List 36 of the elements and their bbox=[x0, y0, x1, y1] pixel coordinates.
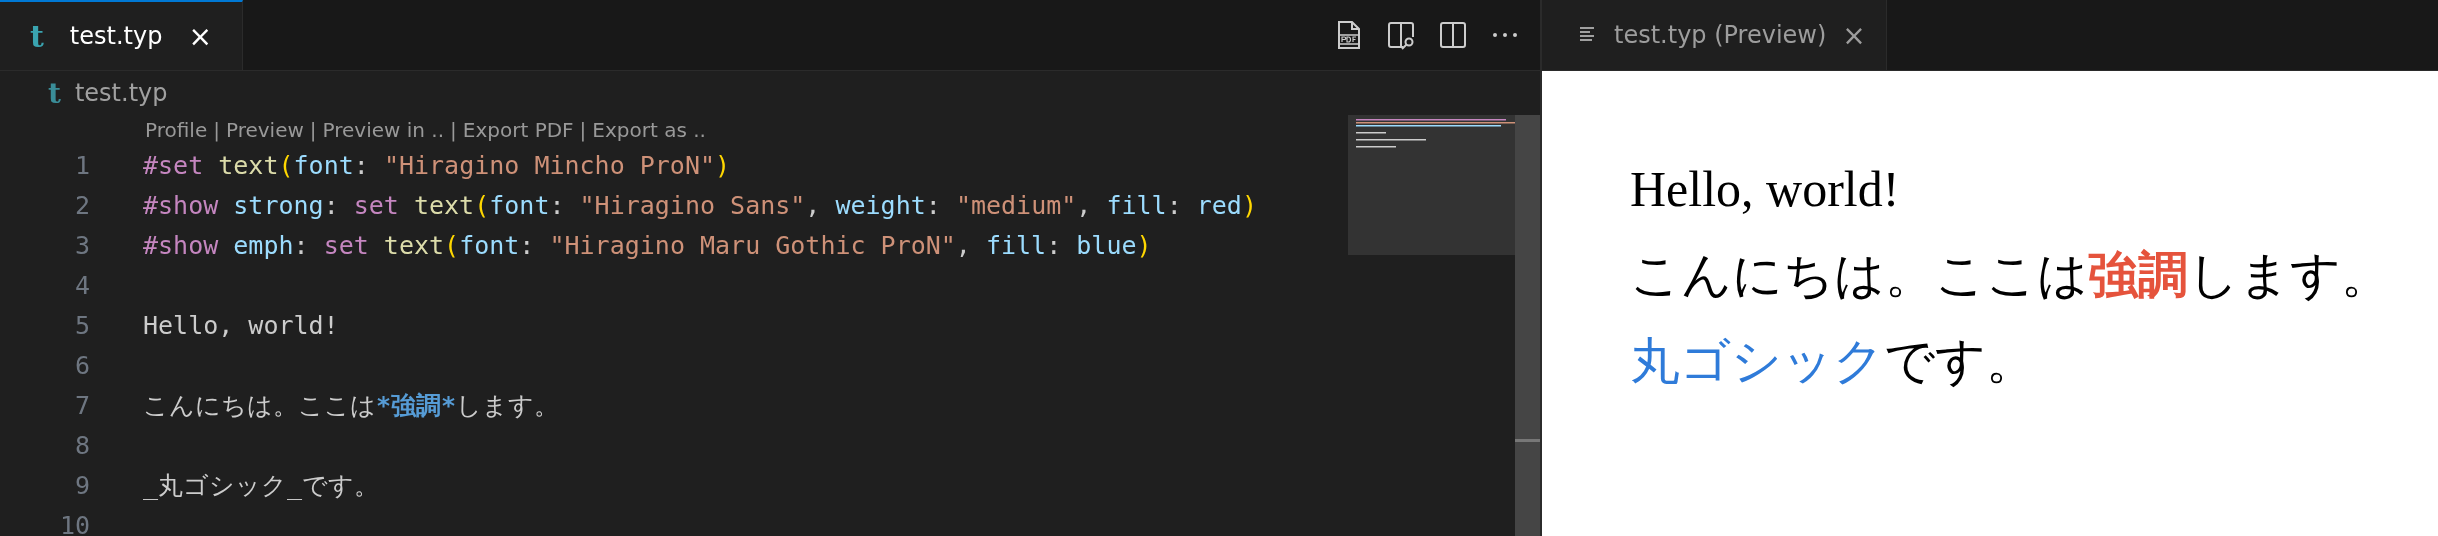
line-number: 1 bbox=[73, 150, 91, 180]
minimap-drawing[interactable] bbox=[1348, 115, 1515, 255]
line-number: 10 bbox=[58, 510, 91, 536]
codelens-separator: | bbox=[213, 118, 220, 142]
codelens-separator: | bbox=[579, 118, 587, 142]
codelens-link[interactable]: Export PDF bbox=[462, 118, 574, 142]
line-number: 3 bbox=[73, 230, 91, 260]
preview-paragraph: 丸ゴシック です。 bbox=[1630, 331, 2037, 391]
code-line: #show strong: set text(font: "Hiragino Sans", weight: "medium", fill: red) bbox=[143, 190, 1257, 220]
preview-paragraph: Hello, world! bbox=[1630, 160, 1901, 219]
codelens-link[interactable]: Preview bbox=[225, 118, 304, 142]
line-number: 8 bbox=[73, 430, 91, 460]
line-number: 5 bbox=[73, 310, 91, 340]
codelens-link[interactable]: Profile bbox=[145, 118, 208, 142]
preview-tab[interactable]: test.typ (Preview) × bbox=[1542, 0, 1887, 70]
editor-tab[interactable]: t test.typ × bbox=[0, 0, 243, 70]
preview-paragraph: こんにちは。ここは強調 します。 bbox=[1630, 245, 2392, 305]
codelens-separator: | bbox=[309, 118, 317, 142]
line-number: 4 bbox=[73, 270, 91, 300]
line-number: 7 bbox=[73, 390, 91, 420]
code-line: こんにちは。ここは*強調*します。 bbox=[143, 389, 560, 422]
code-line: _丸ゴシック_です。 bbox=[143, 469, 380, 502]
line-number: 2 bbox=[73, 190, 91, 220]
scrollbar[interactable] bbox=[1515, 115, 1540, 536]
codelens-link[interactable]: Preview in .. bbox=[322, 118, 445, 142]
code-line: Hello, world! bbox=[143, 310, 339, 340]
code-line: #set text(font: "Hiragino Mincho ProN") bbox=[143, 150, 731, 180]
line-number: 9 bbox=[73, 470, 91, 500]
typst-file-icon: t bbox=[48, 76, 61, 110]
codelens-separator: | bbox=[450, 118, 457, 142]
codelens-link[interactable]: Export as .. bbox=[592, 118, 706, 142]
split-editor-icon[interactable] bbox=[1438, 20, 1468, 50]
code-line: #show emph: set text(font: "Hiragino Maru Gothic ProN", fill: blue) bbox=[143, 230, 1152, 260]
breadcrumb-item[interactable]: test.typ bbox=[74, 79, 168, 107]
line-number: 6 bbox=[73, 350, 91, 380]
preview-search-icon[interactable] bbox=[1386, 20, 1416, 50]
